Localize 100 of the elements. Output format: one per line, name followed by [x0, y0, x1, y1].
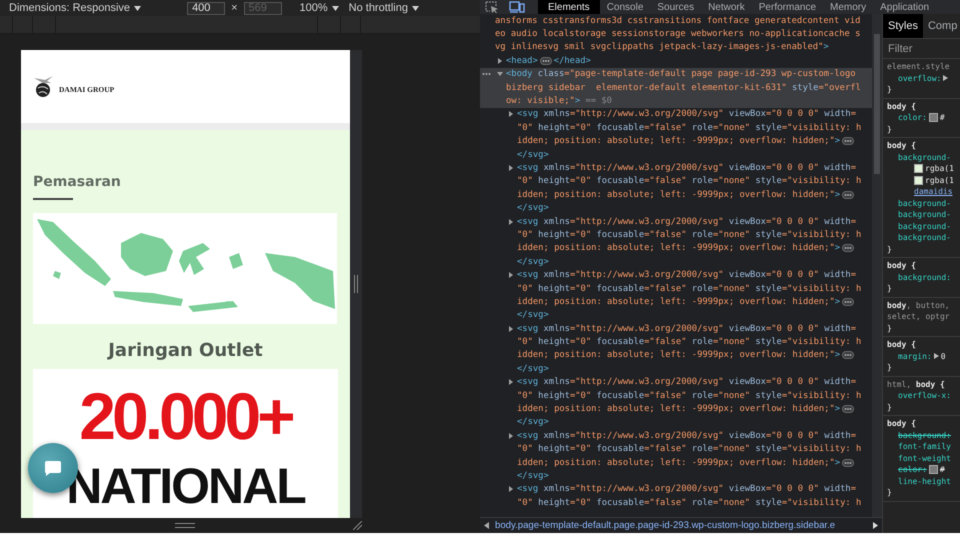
code-text: "0" height="0" focusable="false" role="none" style="visibility: h [517, 337, 862, 348]
ellipsis-icon[interactable] [482, 72, 491, 76]
css-property[interactable]: font-family [898, 442, 951, 452]
resize-handle[interactable] [175, 523, 195, 528]
scroll-left-icon[interactable] [484, 522, 489, 529]
css-value[interactable]: 0 [940, 352, 946, 361]
ellipsis-icon[interactable] [842, 405, 854, 414]
code-text: </head> [554, 56, 591, 66]
devtools-tab[interactable]: Elements [538, 0, 600, 14]
collapsed-triangle-icon[interactable] [508, 218, 514, 225]
code-text: idden; position: absolute; left: -9999px; overflow: hidden;"> [517, 136, 840, 146]
css-property[interactable]: font-weight [898, 454, 951, 463]
css-property[interactable]: margin: [898, 352, 932, 361]
caret-icon [412, 6, 419, 10]
code-text: <head> [506, 56, 538, 66]
css-property[interactable]: background- [898, 152, 951, 162]
code-text: idden; position: absolute; left: -9999px; overflow: hidden;"> [517, 190, 840, 200]
closing-brace: } [887, 488, 892, 498]
expand-triangle-icon[interactable] [934, 353, 939, 360]
css-property[interactable]: background- [898, 233, 951, 242]
code-text: eo audio localstorage sessionstorage webworkers no-applicationcache s [495, 29, 860, 40]
ellipsis-icon[interactable] [842, 351, 854, 360]
banner-number: 20.000+ [79, 383, 292, 449]
css-value[interactable]: rgba(1 [925, 176, 954, 185]
color-swatch[interactable] [928, 113, 938, 122]
resize-corner-icon[interactable] [353, 521, 362, 530]
collapsed-triangle-icon[interactable] [508, 326, 514, 332]
sidebar-tab[interactable]: Styles [883, 14, 923, 38]
css-selector: body { [887, 261, 916, 270]
css-property[interactable]: background- [898, 210, 951, 220]
dimensions-dropdown[interactable]: Dimensions: Responsive [9, 2, 142, 14]
zoom-dropdown[interactable]: 100% [300, 2, 339, 14]
color-swatch[interactable] [928, 465, 938, 474]
sidebar-tab[interactable]: Comp [922, 14, 960, 38]
code-text: idden; position: absolute; left: -9999px; overflow: hidden;"> [517, 350, 840, 360]
code-text: </svg> [517, 203, 549, 214]
collapsed-triangle-icon[interactable] [508, 164, 514, 171]
devtools-tab[interactable]: Performance [752, 0, 824, 14]
ellipsis-icon[interactable] [842, 244, 854, 252]
ellipsis-icon[interactable] [842, 298, 854, 306]
css-value[interactable]: # [940, 113, 945, 122]
css-property[interactable]: overflow: [898, 74, 942, 83]
collapsed-triangle-icon[interactable] [508, 272, 514, 278]
code-text: </svg> [517, 310, 549, 320]
ellipsis-icon[interactable] [842, 458, 854, 467]
code-text: "0" height="0" focusable="false" role="none" style="visibility: h [517, 122, 862, 133]
css-property[interactable]: background: [898, 430, 951, 440]
color-swatch[interactable] [914, 164, 923, 174]
code-text: </svg> [517, 364, 549, 374]
collapsed-triangle-icon[interactable] [508, 486, 514, 492]
expanded-triangle-icon[interactable] [497, 71, 503, 78]
collapsed-triangle-icon[interactable] [508, 379, 514, 386]
stylesheet-link[interactable]: damaidis [914, 187, 953, 196]
title-underline [33, 198, 73, 200]
ellipsis-icon[interactable] [842, 137, 854, 146]
code-text: "0" height="0" focusable="false" role="none" style="visibility: h [517, 284, 862, 294]
devtools-tab[interactable]: Sources [650, 0, 702, 14]
breadcrumb-link[interactable]: body.page-template-default.page.page-id-293.wp-custom-logo.bizberg.sidebar.e [495, 520, 867, 531]
code-text: ansforms csstransforms3d csstransitions fontface generatedcontent vid [495, 16, 860, 26]
css-property[interactable]: overflow-x: [898, 391, 951, 400]
scrollbar[interactable] [872, 14, 882, 517]
css-property[interactable]: background- [898, 198, 951, 208]
color-swatch[interactable] [914, 176, 923, 185]
code-text: idden; position: absolute; left: -9999px; overflow: hidden;"> [517, 243, 840, 254]
times-sign: × [231, 2, 238, 14]
devtools-tab[interactable]: Memory [823, 0, 874, 14]
css-property[interactable]: background- [898, 222, 951, 231]
css-property[interactable]: color: [898, 465, 927, 474]
ellipsis-icon[interactable] [842, 190, 854, 199]
ellipsis-icon[interactable] [540, 56, 552, 65]
css-selector: element.style [887, 62, 950, 72]
collapsed-triangle-icon[interactable] [497, 58, 503, 64]
section-title: Pemasaran [33, 174, 122, 190]
css-value[interactable]: # [940, 465, 945, 474]
code-text: <svg xmlns="http://www.w3.org/2000/svg" viewBox="0 0 0 0" width= [517, 270, 856, 280]
width-field[interactable]: 400 [187, 2, 226, 14]
closing-brace: } [887, 85, 892, 94]
devtools-tab[interactable]: Console [600, 0, 650, 14]
expand-triangle-icon[interactable] [943, 75, 948, 82]
resize-handle[interactable] [350, 50, 362, 518]
css-value[interactable]: rgba(1 [925, 164, 954, 174]
devtools-tab[interactable]: Network [701, 0, 752, 14]
devtools-tab[interactable]: Application [873, 0, 936, 14]
css-property[interactable]: color: [898, 113, 927, 122]
code-text: <svg xmlns="http://www.w3.org/2000/svg" viewBox="0 0 0 0" width= [517, 484, 856, 494]
code-text: idden; position: absolute; left: -9999px; overflow: hidden;"> [517, 458, 840, 468]
device-toolbar-icon[interactable] [509, 1, 525, 13]
inspect-icon[interactable] [485, 1, 499, 13]
throttling-dropdown[interactable]: No throttling [348, 2, 419, 14]
code-text: <svg xmlns="http://www.w3.org/2000/svg" viewBox="0 0 0 0" width= [517, 324, 856, 334]
css-property[interactable]: background: [898, 272, 951, 282]
collapsed-triangle-icon[interactable] [508, 432, 514, 439]
css-selector: body { [887, 141, 916, 150]
banner-caption: NATIONAL [66, 461, 305, 511]
collapsed-triangle-icon[interactable] [508, 111, 514, 118]
scroll-right-icon[interactable] [873, 522, 878, 529]
code-text: idden; position: absolute; left: -9999px; overflow: hidden;"> [517, 296, 840, 307]
closing-brace: } [887, 363, 892, 372]
css-property[interactable]: line-height [898, 476, 951, 486]
code-text: "0" height="0" focusable="false" role="none" style="visibility: h [517, 498, 862, 508]
